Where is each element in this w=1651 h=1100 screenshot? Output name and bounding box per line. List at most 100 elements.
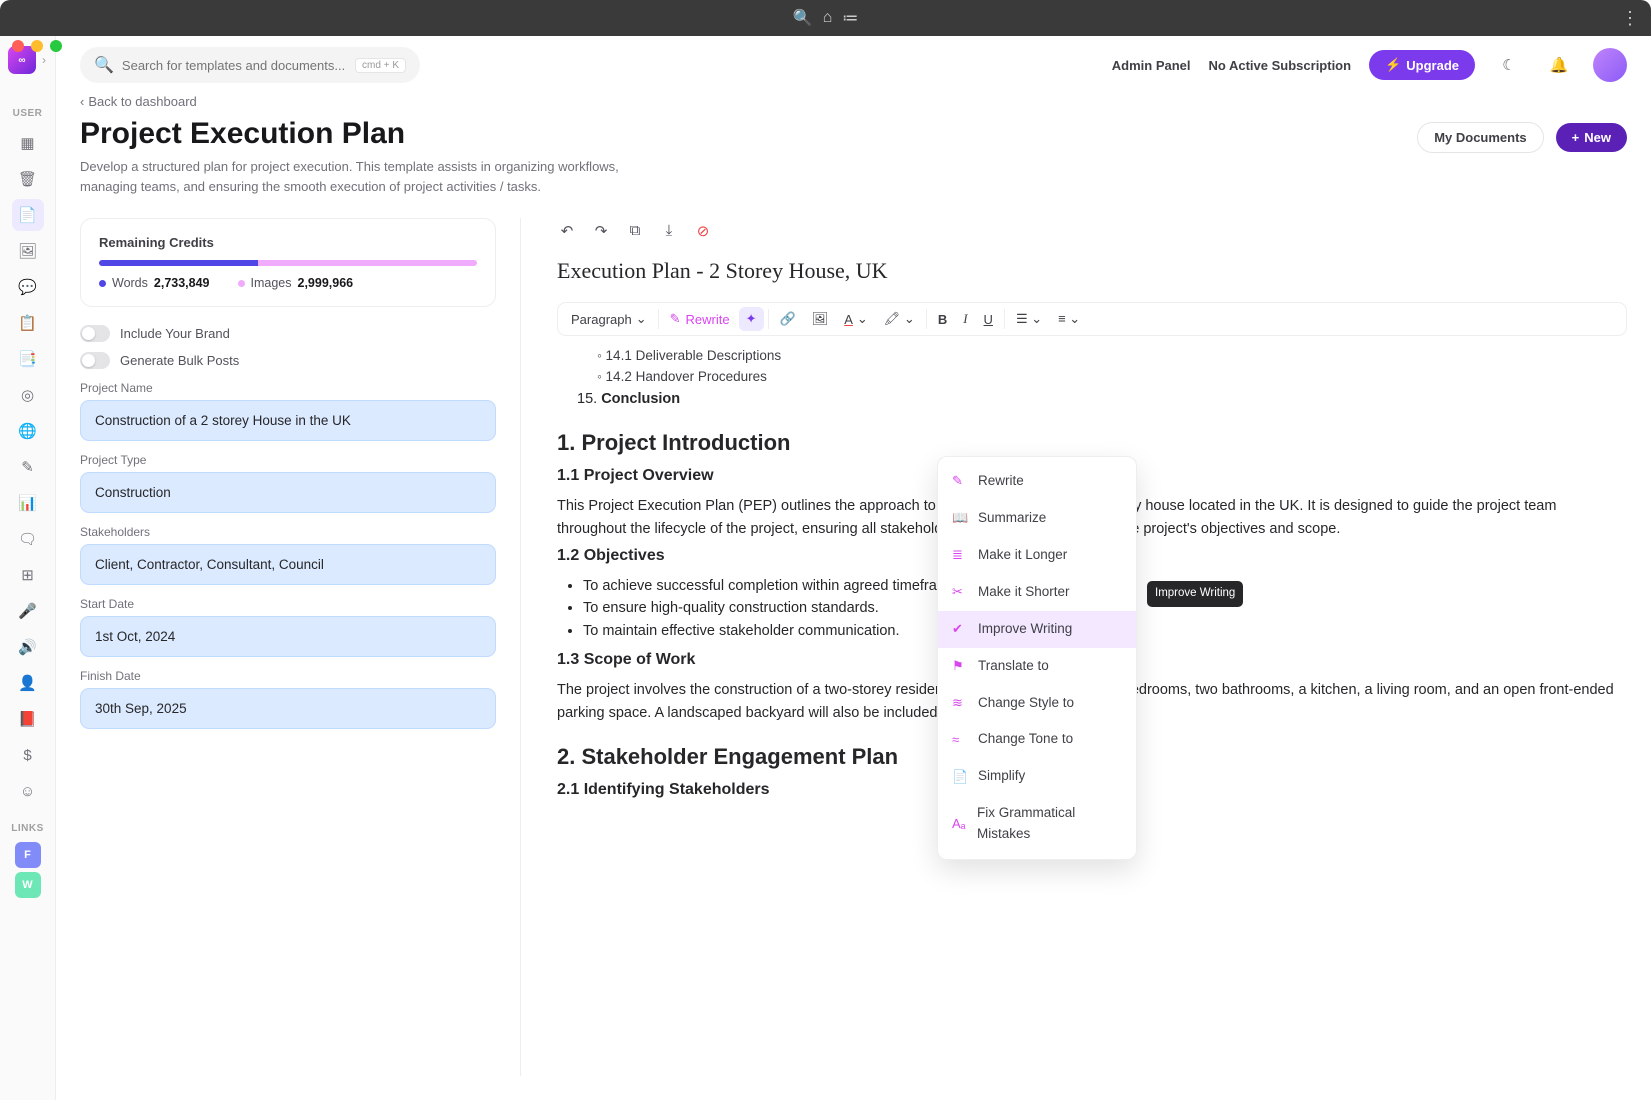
- rail-chart-icon[interactable]: 📊: [12, 487, 44, 519]
- rewrite-label: Rewrite: [686, 312, 730, 327]
- bold-icon[interactable]: B: [931, 308, 954, 331]
- rail-notes-icon[interactable]: 📋: [12, 307, 44, 339]
- document-title[interactable]: Execution Plan - 2 Storey House, UK: [557, 258, 1627, 284]
- chevron-right-icon[interactable]: ›: [42, 53, 46, 67]
- rail-chat-icon[interactable]: 💬: [12, 271, 44, 303]
- project-type-input[interactable]: [80, 472, 496, 513]
- left-rail: ∞ › USER ▦ 🗑 📄 🖼 💬 📋 📑 ◎ 🌐 ✎ 📊 🗨 ⊞ 🎤 🔊 👤…: [0, 36, 56, 1100]
- finish-date-label: Finish Date: [80, 669, 496, 683]
- rail-pen-icon[interactable]: ✎: [12, 451, 44, 483]
- ai-grammar[interactable]: AₐFix Grammatical Mistakes: [938, 795, 1136, 853]
- numbered-list-icon[interactable]: ≡ ⌄: [1051, 307, 1087, 331]
- undo-icon[interactable]: ↶: [557, 222, 577, 240]
- rail-globe-icon[interactable]: 🌐: [12, 415, 44, 447]
- editor-toolbar: Paragraph ⌄ ✎Rewrite ✦ 🔗 🖼 A ⌄ 🖍 ⌄ B I U…: [557, 302, 1627, 336]
- stakeholders-input[interactable]: [80, 544, 496, 585]
- maximize-window[interactable]: [50, 40, 62, 52]
- toc-item-15: 15. Conclusion: [577, 388, 1627, 410]
- bulk-toggle[interactable]: [80, 352, 110, 369]
- notifications-icon[interactable]: 🔔: [1543, 49, 1575, 81]
- brand-toggle[interactable]: [80, 325, 110, 342]
- link-icon[interactable]: 🔗: [773, 307, 803, 331]
- rail-documents-icon[interactable]: 📄: [12, 199, 44, 231]
- admin-panel-link[interactable]: Admin Panel: [1112, 58, 1191, 73]
- rail-sound-icon[interactable]: 🔊: [12, 631, 44, 663]
- back-to-dashboard[interactable]: ‹ Back to dashboard: [80, 94, 620, 109]
- words-dot: [99, 280, 106, 287]
- copy-icon[interactable]: ⧉: [625, 222, 645, 240]
- ai-rewrite[interactable]: ✎Rewrite: [938, 463, 1136, 500]
- ai-longer[interactable]: ≣Make it Longer: [938, 537, 1136, 574]
- rail-user-icon[interactable]: 👤: [12, 667, 44, 699]
- minimize-window[interactable]: [31, 40, 43, 52]
- subscription-status[interactable]: No Active Subscription: [1209, 58, 1352, 73]
- project-name-input[interactable]: [80, 400, 496, 441]
- close-window[interactable]: [12, 40, 24, 52]
- ai-menu-button[interactable]: ✦: [739, 307, 764, 331]
- rail-link-f[interactable]: F: [15, 842, 41, 868]
- ai-simplify[interactable]: 📄Simplify: [938, 758, 1136, 795]
- rail-book-icon[interactable]: 📕: [12, 703, 44, 735]
- bullet-list-icon[interactable]: ☰ ⌄: [1009, 307, 1049, 331]
- rail-link-w[interactable]: W: [15, 872, 41, 898]
- rail-dollar-icon[interactable]: $: [12, 739, 44, 771]
- doc-actions-toolbar: ↶ ↷ ⧉ ⤓ ⊘: [557, 222, 1627, 240]
- ai-translate[interactable]: ⚑Translate to: [938, 648, 1136, 685]
- chrome-settings-icon[interactable]: ≔: [842, 8, 858, 28]
- image-insert-icon[interactable]: 🖼: [805, 307, 836, 331]
- ai-actions-menu: ✎Rewrite 📖Summarize ≣Make it Longer ✂Mak…: [937, 456, 1137, 860]
- upgrade-button[interactable]: ⚡ Upgrade: [1369, 50, 1475, 80]
- rail-message-icon[interactable]: 🗨: [12, 523, 44, 555]
- ai-summarize[interactable]: 📖Summarize: [938, 500, 1136, 537]
- stakeholders-label: Stakeholders: [80, 525, 496, 539]
- search-box[interactable]: 🔍 cmd + K: [80, 47, 420, 83]
- my-documents-button[interactable]: My Documents: [1417, 122, 1543, 153]
- toc-item-141: ◦ 14.1 Deliverable Descriptions: [597, 346, 1627, 367]
- window-chrome: 🔍 ⌂ ≔ ⋮: [0, 0, 1651, 36]
- user-avatar[interactable]: [1593, 48, 1627, 82]
- document-body[interactable]: ◦ 14.1 Deliverable Descriptions ◦ 14.2 H…: [557, 346, 1627, 803]
- upgrade-label: Upgrade: [1406, 58, 1459, 73]
- rail-section-user: USER: [13, 108, 43, 119]
- paragraph-select[interactable]: Paragraph ⌄: [564, 307, 654, 331]
- ai-tone[interactable]: ≈Change Tone to: [938, 721, 1136, 758]
- document-panel: ↶ ↷ ⧉ ⤓ ⊘ Execution Plan - 2 Storey Hous…: [520, 218, 1627, 1076]
- theme-toggle-icon[interactable]: ☾: [1493, 49, 1525, 81]
- book-icon: 📖: [952, 508, 968, 528]
- highlight-icon[interactable]: 🖍 ⌄: [877, 307, 922, 331]
- download-icon[interactable]: ⤓: [659, 222, 679, 240]
- chrome-menu-icon[interactable]: ⋮: [1621, 8, 1639, 29]
- delete-icon[interactable]: ⊘: [693, 222, 713, 240]
- rail-grid-icon[interactable]: ⊞: [12, 559, 44, 591]
- rail-help-icon[interactable]: ☺: [12, 775, 44, 807]
- rewrite-button[interactable]: ✎Rewrite: [663, 307, 737, 331]
- underline-icon[interactable]: U: [977, 308, 1000, 331]
- start-date-label: Start Date: [80, 597, 496, 611]
- back-label: Back to dashboard: [88, 94, 196, 109]
- toc-item-142: ◦ 14.2 Handover Procedures: [597, 367, 1627, 388]
- rail-archive-icon[interactable]: 🗑: [12, 163, 44, 195]
- finish-date-input[interactable]: [80, 688, 496, 729]
- style-icon: ≋: [952, 693, 968, 713]
- rail-file-icon[interactable]: 📑: [12, 343, 44, 375]
- tooltip-improve-writing: Improve Writing: [1147, 581, 1243, 607]
- italic-icon[interactable]: I: [956, 307, 974, 331]
- ai-style[interactable]: ≋Change Style to: [938, 685, 1136, 722]
- rail-dashboard-icon[interactable]: ▦: [12, 127, 44, 159]
- search-icon: 🔍: [94, 55, 114, 75]
- abc-icon: Aₐ: [952, 814, 967, 834]
- ai-shorter[interactable]: ✂Make it Shorter: [938, 574, 1136, 611]
- text-color-icon[interactable]: A ⌄: [837, 307, 875, 331]
- start-date-input[interactable]: [80, 616, 496, 657]
- ai-improve[interactable]: ✔Improve Writing: [938, 611, 1136, 648]
- new-button[interactable]: + New: [1556, 123, 1627, 152]
- form-panel: Remaining Credits Words 2,733,849 Images…: [80, 218, 520, 1076]
- rail-mic-icon[interactable]: 🎤: [12, 595, 44, 627]
- chrome-search-icon[interactable]: 🔍: [793, 8, 813, 28]
- scissors-icon: ✂: [952, 582, 968, 602]
- chrome-home-icon[interactable]: ⌂: [823, 9, 833, 27]
- rail-target-icon[interactable]: ◎: [12, 379, 44, 411]
- rail-image-icon[interactable]: 🖼: [12, 235, 44, 267]
- redo-icon[interactable]: ↷: [591, 222, 611, 240]
- search-input[interactable]: [122, 58, 347, 73]
